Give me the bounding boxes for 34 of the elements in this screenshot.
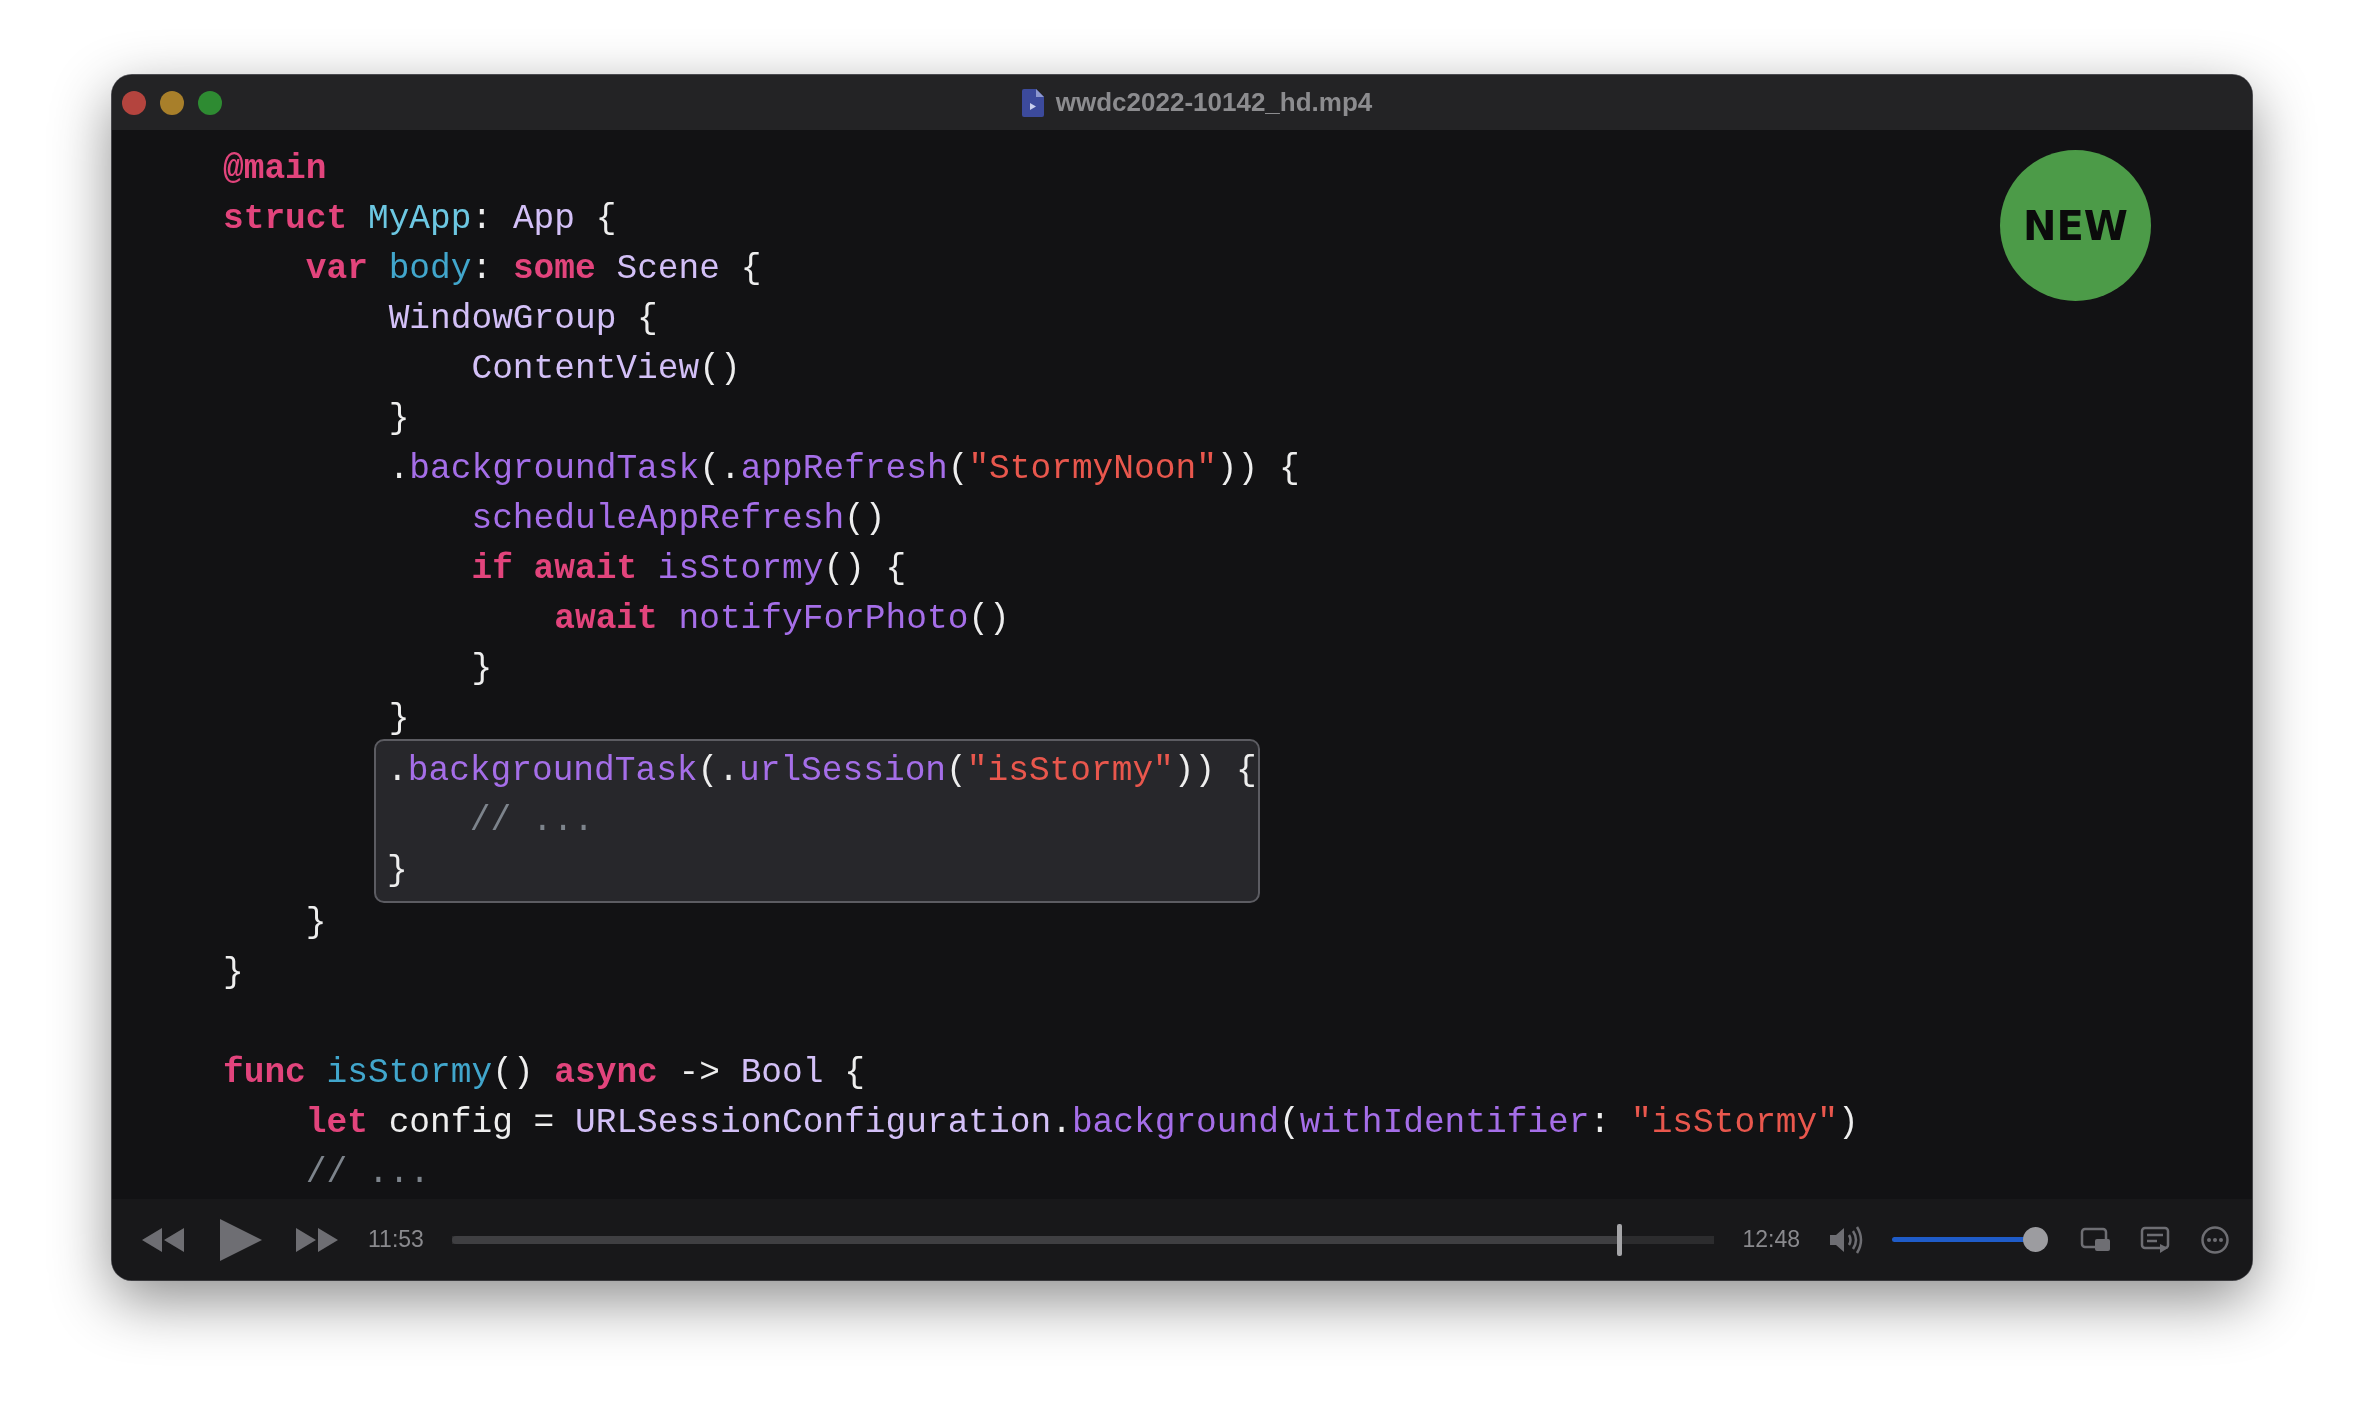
- code-line: }: [387, 398, 410, 440]
- code-line: }: [223, 952, 244, 994]
- code-line: let config = URLSessionConfiguration.background(withIdentifier: "isStormy"): [304, 1102, 1859, 1144]
- code-line: struct MyApp: App {: [223, 198, 617, 240]
- code-line: }: [470, 648, 493, 690]
- volume-knob[interactable]: [2022, 1226, 2048, 1252]
- zoom-button[interactable]: [198, 90, 222, 115]
- code-line: }: [387, 698, 410, 740]
- code-line: WindowGroup {: [387, 298, 658, 340]
- code-line: }: [304, 902, 327, 944]
- new-badge: NEW: [2000, 150, 2151, 301]
- window-title: wwdc2022-10142_hd.mp4: [1055, 87, 1373, 118]
- code-line: func isStormy() async -> Bool {: [223, 1052, 865, 1094]
- more-icon[interactable]: [2200, 1224, 2230, 1255]
- code-line: await notifyForPhoto(): [553, 598, 1010, 640]
- video-file-icon: [1021, 88, 1044, 117]
- progress-handle[interactable]: [1616, 1223, 1622, 1256]
- subtitles-icon[interactable]: [2140, 1225, 2172, 1254]
- elapsed-time: 11:53: [368, 1226, 424, 1253]
- code-line: .backgroundTask(.appRefresh("StormyNoon")) {: [387, 448, 1300, 490]
- code-line: scheduleAppRefresh(): [470, 498, 886, 540]
- code-line: .backgroundTask(.urlSession("isStormy")) {: [387, 750, 1257, 792]
- code-line: ContentView(): [470, 348, 741, 390]
- code-line: if await isStormy() {: [470, 548, 907, 590]
- remaining-time: 12:48: [1742, 1226, 1800, 1253]
- minimize-button[interactable]: [160, 90, 184, 115]
- code-line: var body: some Scene {: [304, 248, 762, 290]
- code-line: // ...: [468, 800, 595, 842]
- speaker-icon[interactable]: [1828, 1225, 1864, 1254]
- code-line: @main: [223, 148, 327, 190]
- close-button[interactable]: [122, 90, 146, 115]
- code-line: // ...: [304, 1152, 431, 1194]
- picture-in-picture-icon[interactable]: [2080, 1225, 2112, 1254]
- code-line: }: [387, 850, 408, 892]
